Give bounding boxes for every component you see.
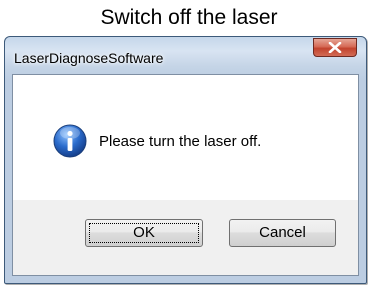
caption-text: Switch off the laser <box>100 6 278 29</box>
message-text: Please turn the laser off. <box>99 133 262 150</box>
close-icon <box>328 42 342 53</box>
window-title: LaserDiagnoseSoftware <box>14 50 164 66</box>
dialog-body: Please turn the laser off. OK Cancel <box>12 74 359 276</box>
info-icon <box>53 124 87 158</box>
cancel-button[interactable]: Cancel <box>229 219 336 247</box>
cancel-button-label: Cancel <box>259 224 306 241</box>
screenshot-root: Switch off the laser LaserDiagnoseSoftwa… <box>0 0 378 289</box>
message-dialog: LaserDiagnoseSoftware Please turn the la… <box>4 36 367 284</box>
close-button[interactable] <box>313 38 357 57</box>
focus-rectangle <box>89 223 199 243</box>
message-area: Please turn the laser off. <box>13 75 358 200</box>
title-bar[interactable]: LaserDiagnoseSoftware <box>5 37 366 75</box>
ok-button[interactable]: OK <box>85 219 203 247</box>
